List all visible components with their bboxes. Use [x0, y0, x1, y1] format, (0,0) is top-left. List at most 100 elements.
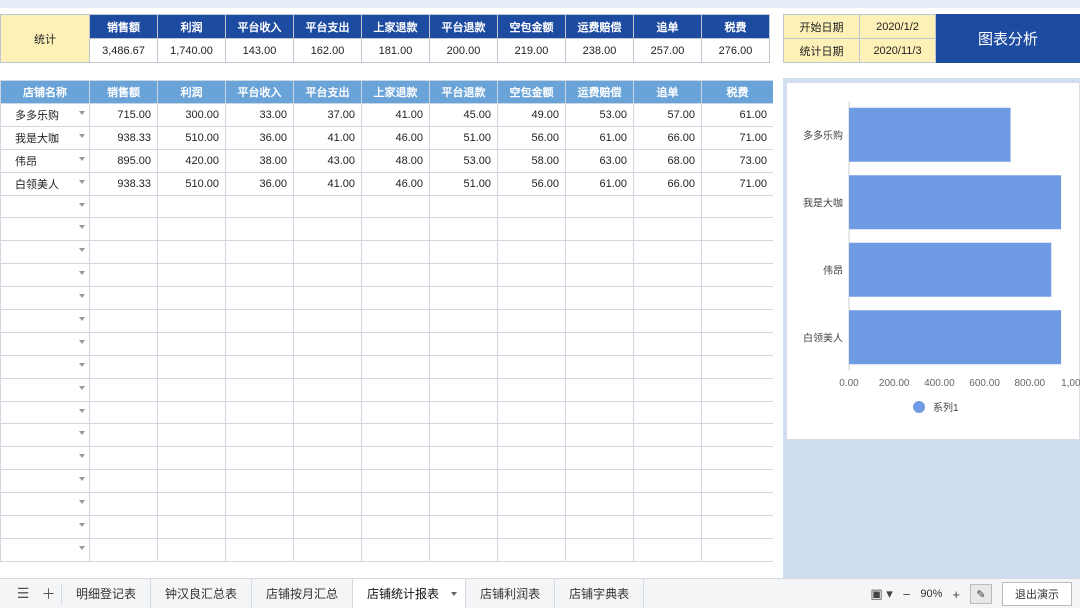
sheet-tab[interactable]: 钟汉良汇总表 — [151, 578, 253, 608]
table-cell[interactable] — [293, 469, 362, 494]
table-cell[interactable] — [361, 469, 430, 494]
table-cell[interactable] — [633, 400, 702, 425]
sheet-tab[interactable]: 明细登记表 — [62, 578, 152, 608]
table-cell[interactable]: 36.00 — [225, 171, 294, 196]
table-cell[interactable] — [429, 400, 498, 425]
store-name-cell[interactable]: 伟昂 — [0, 148, 90, 173]
table-cell[interactable] — [157, 469, 226, 494]
column-header[interactable]: 运费赔偿 — [565, 80, 634, 104]
table-cell[interactable] — [361, 537, 430, 562]
table-cell[interactable] — [701, 423, 773, 448]
table-cell[interactable] — [361, 515, 430, 539]
table-cell[interactable] — [361, 309, 430, 333]
table-cell[interactable]: 56.00 — [497, 125, 566, 150]
table-cell[interactable]: 51.00 — [429, 171, 498, 196]
table-cell[interactable] — [565, 400, 634, 425]
store-name-cell[interactable] — [0, 423, 90, 448]
table-cell[interactable] — [429, 446, 498, 471]
summary-value[interactable]: 276.00 — [701, 38, 770, 63]
dropdown-arrow-icon[interactable] — [79, 225, 85, 230]
dropdown-arrow-icon[interactable] — [79, 271, 85, 276]
table-cell[interactable] — [157, 400, 226, 425]
table-cell[interactable] — [565, 217, 634, 242]
table-cell[interactable]: 38.00 — [225, 148, 294, 173]
table-cell[interactable] — [293, 377, 362, 402]
table-cell[interactable] — [157, 423, 226, 448]
summary-value[interactable]: 1,740.00 — [157, 38, 226, 63]
store-name-cell[interactable] — [0, 446, 90, 471]
table-cell[interactable] — [497, 331, 566, 356]
table-cell[interactable] — [293, 240, 362, 265]
table-cell[interactable] — [157, 354, 226, 379]
table-cell[interactable] — [225, 469, 294, 494]
table-cell[interactable] — [701, 354, 773, 379]
table-cell[interactable] — [89, 377, 158, 402]
table-cell[interactable] — [157, 537, 226, 562]
table-cell[interactable] — [497, 263, 566, 288]
dropdown-arrow-icon[interactable] — [79, 500, 85, 505]
store-name-cell[interactable] — [0, 331, 90, 356]
table-cell[interactable] — [157, 309, 226, 333]
table-cell[interactable] — [157, 331, 226, 356]
table-cell[interactable] — [225, 515, 294, 539]
table-cell[interactable] — [497, 423, 566, 448]
table-cell[interactable] — [497, 217, 566, 242]
chart-bar[interactable] — [849, 107, 1011, 162]
table-cell[interactable] — [633, 492, 702, 517]
table-cell[interactable] — [225, 400, 294, 425]
table-cell[interactable] — [565, 354, 634, 379]
dropdown-arrow-icon[interactable] — [79, 545, 85, 550]
summary-value[interactable]: 3,486.67 — [89, 38, 158, 63]
table-cell[interactable] — [565, 263, 634, 288]
column-header[interactable]: 平台支出 — [293, 80, 362, 104]
column-header[interactable]: 空包金额 — [497, 80, 566, 104]
table-cell[interactable] — [565, 377, 634, 402]
table-cell[interactable]: 71.00 — [701, 125, 773, 150]
table-cell[interactable] — [89, 286, 158, 311]
table-cell[interactable]: 53.00 — [429, 148, 498, 173]
table-cell[interactable] — [225, 537, 294, 562]
table-cell[interactable] — [89, 217, 158, 242]
table-cell[interactable] — [565, 469, 634, 494]
table-cell[interactable]: 938.33 — [89, 171, 158, 196]
table-cell[interactable] — [89, 400, 158, 425]
table-cell[interactable]: 41.00 — [293, 171, 362, 196]
table-cell[interactable] — [157, 286, 226, 311]
table-cell[interactable] — [633, 331, 702, 356]
table-cell[interactable] — [429, 240, 498, 265]
table-cell[interactable] — [429, 331, 498, 356]
table-cell[interactable] — [633, 240, 702, 265]
table-cell[interactable] — [701, 240, 773, 265]
table-cell[interactable]: 61.00 — [565, 125, 634, 150]
table-cell[interactable] — [701, 400, 773, 425]
table-cell[interactable] — [429, 194, 498, 219]
table-cell[interactable]: 37.00 — [293, 103, 362, 127]
pen-icon[interactable]: ✎ — [970, 584, 992, 604]
table-cell[interactable]: 33.00 — [225, 103, 294, 127]
add-sheet-icon[interactable]: ＋ — [36, 583, 62, 604]
table-cell[interactable] — [293, 492, 362, 517]
table-cell[interactable]: 57.00 — [633, 103, 702, 127]
store-name-cell[interactable] — [0, 469, 90, 494]
sheet-tab[interactable]: 店铺按月汇总 — [252, 578, 354, 608]
table-cell[interactable] — [293, 217, 362, 242]
table-cell[interactable] — [633, 515, 702, 539]
column-header[interactable]: 上家退款 — [361, 80, 430, 104]
table-cell[interactable]: 48.00 — [361, 148, 430, 173]
table-cell[interactable] — [565, 240, 634, 265]
chart-bar[interactable] — [849, 310, 1062, 365]
start-date-value[interactable]: 2020/1/2 — [859, 14, 936, 39]
table-cell[interactable] — [497, 354, 566, 379]
table-cell[interactable]: 510.00 — [157, 125, 226, 150]
dropdown-arrow-icon[interactable] — [79, 294, 85, 299]
sheet-list-icon[interactable]: ☰ — [10, 585, 36, 602]
summary-value[interactable]: 238.00 — [565, 38, 634, 63]
table-cell[interactable] — [429, 217, 498, 242]
table-cell[interactable] — [429, 354, 498, 379]
table-cell[interactable] — [429, 286, 498, 311]
table-cell[interactable] — [497, 446, 566, 471]
table-cell[interactable] — [89, 240, 158, 265]
table-cell[interactable] — [225, 492, 294, 517]
table-cell[interactable] — [157, 446, 226, 471]
table-cell[interactable] — [497, 377, 566, 402]
